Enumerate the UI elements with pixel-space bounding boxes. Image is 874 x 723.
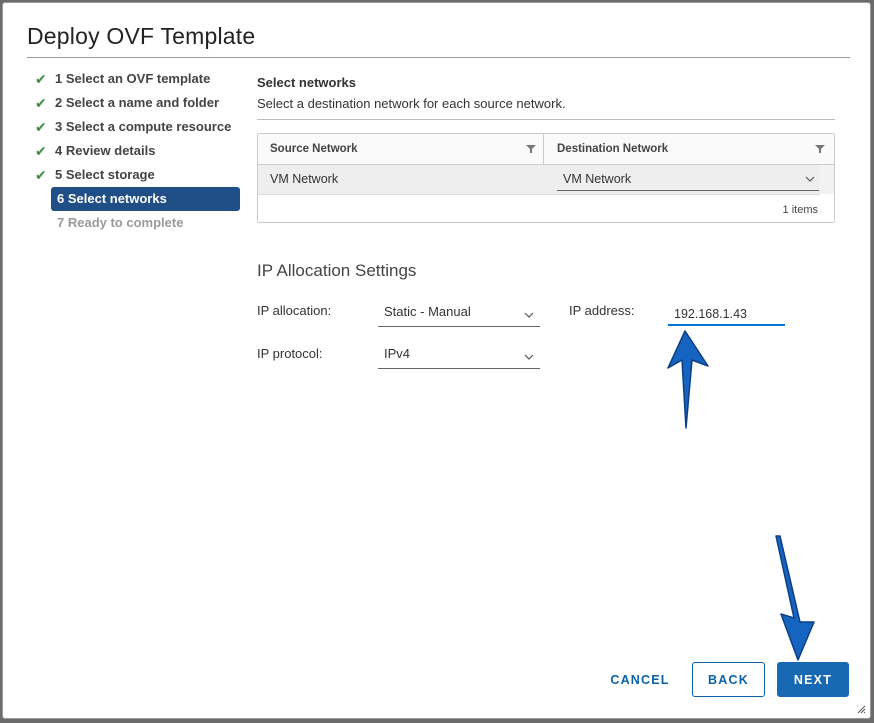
chevron-down-icon [524,312,534,318]
step-select-compute-resource[interactable]: ✔ 3 Select a compute resource [27,115,242,139]
ip-settings-title: IP Allocation Settings [257,261,417,280]
annotation-arrow-icon [667,330,709,429]
ip-address-input[interactable] [668,303,785,326]
ip-protocol-value: IPv4 [384,346,411,361]
annotation-arrow-icon [775,535,815,661]
cancel-button[interactable]: CANCEL [600,662,680,697]
check-icon: ✔ [35,95,47,111]
section-subtitle: Select a destination network for each so… [257,96,566,111]
section-divider [257,119,835,120]
deploy-ovf-dialog: Deploy OVF Template ✔ 1 Select an OVF te… [2,2,871,719]
grid-item-count: 1 items [782,204,818,216]
step-select-networks[interactable]: 6 Select networks [51,187,240,211]
check-icon: ✔ [35,143,47,159]
resize-handle-icon[interactable] [856,704,866,714]
next-button[interactable]: NEXT [777,662,849,697]
chevron-down-icon [524,354,534,360]
chevron-down-icon [805,176,815,182]
destination-network-value: VM Network [563,172,632,186]
check-icon: ✔ [35,167,47,183]
check-icon: ✔ [35,71,47,87]
step-ready-to-complete: 7 Ready to complete [27,211,242,235]
step-label: 2 Select a name and folder [55,95,220,110]
step-label: 3 Select a compute resource [55,119,232,134]
source-network-cell: VM Network [270,172,339,186]
table-row[interactable]: VM Network VM Network [258,165,820,195]
ip-protocol-label: IP protocol: [257,346,323,361]
ip-allocation-select[interactable]: Static - Manual [378,301,540,327]
filter-icon[interactable] [526,144,536,154]
step-label: 5 Select storage [55,167,155,182]
filter-icon[interactable] [815,144,825,154]
grid-header: Source Network Destination Network [258,134,834,165]
step-label: 6 Select networks [57,191,167,206]
step-select-storage[interactable]: ✔ 5 Select storage [27,163,242,187]
section-title: Select networks [257,75,356,90]
dialog-title: Deploy OVF Template [27,23,256,49]
ip-allocation-value: Static - Manual [384,304,471,319]
step-label: 7 Ready to complete [57,215,184,230]
step-label: 4 Review details [55,143,156,158]
step-select-ovf-template[interactable]: ✔ 1 Select an OVF template [27,67,242,91]
ip-protocol-select[interactable]: IPv4 [378,343,540,369]
title-divider [27,57,850,58]
back-button[interactable]: BACK [692,662,765,697]
step-select-name-folder[interactable]: ✔ 2 Select a name and folder [27,91,242,115]
wizard-steps: ✔ 1 Select an OVF template ✔ 2 Select a … [27,67,242,235]
column-source-network[interactable]: Source Network [258,134,544,164]
column-label: Source Network [270,143,358,155]
step-label: 1 Select an OVF template [55,71,211,86]
check-icon: ✔ [35,119,47,135]
network-mapping-grid: Source Network Destination Network VM Ne… [257,133,835,223]
ip-address-label: IP address: [569,303,635,318]
column-destination-network[interactable]: Destination Network [545,134,825,164]
column-label: Destination Network [557,143,669,155]
grid-scrollbar[interactable] [820,165,834,194]
destination-network-select[interactable]: VM Network [557,167,819,191]
ip-allocation-label: IP allocation: [257,303,332,318]
step-review-details[interactable]: ✔ 4 Review details [27,139,242,163]
